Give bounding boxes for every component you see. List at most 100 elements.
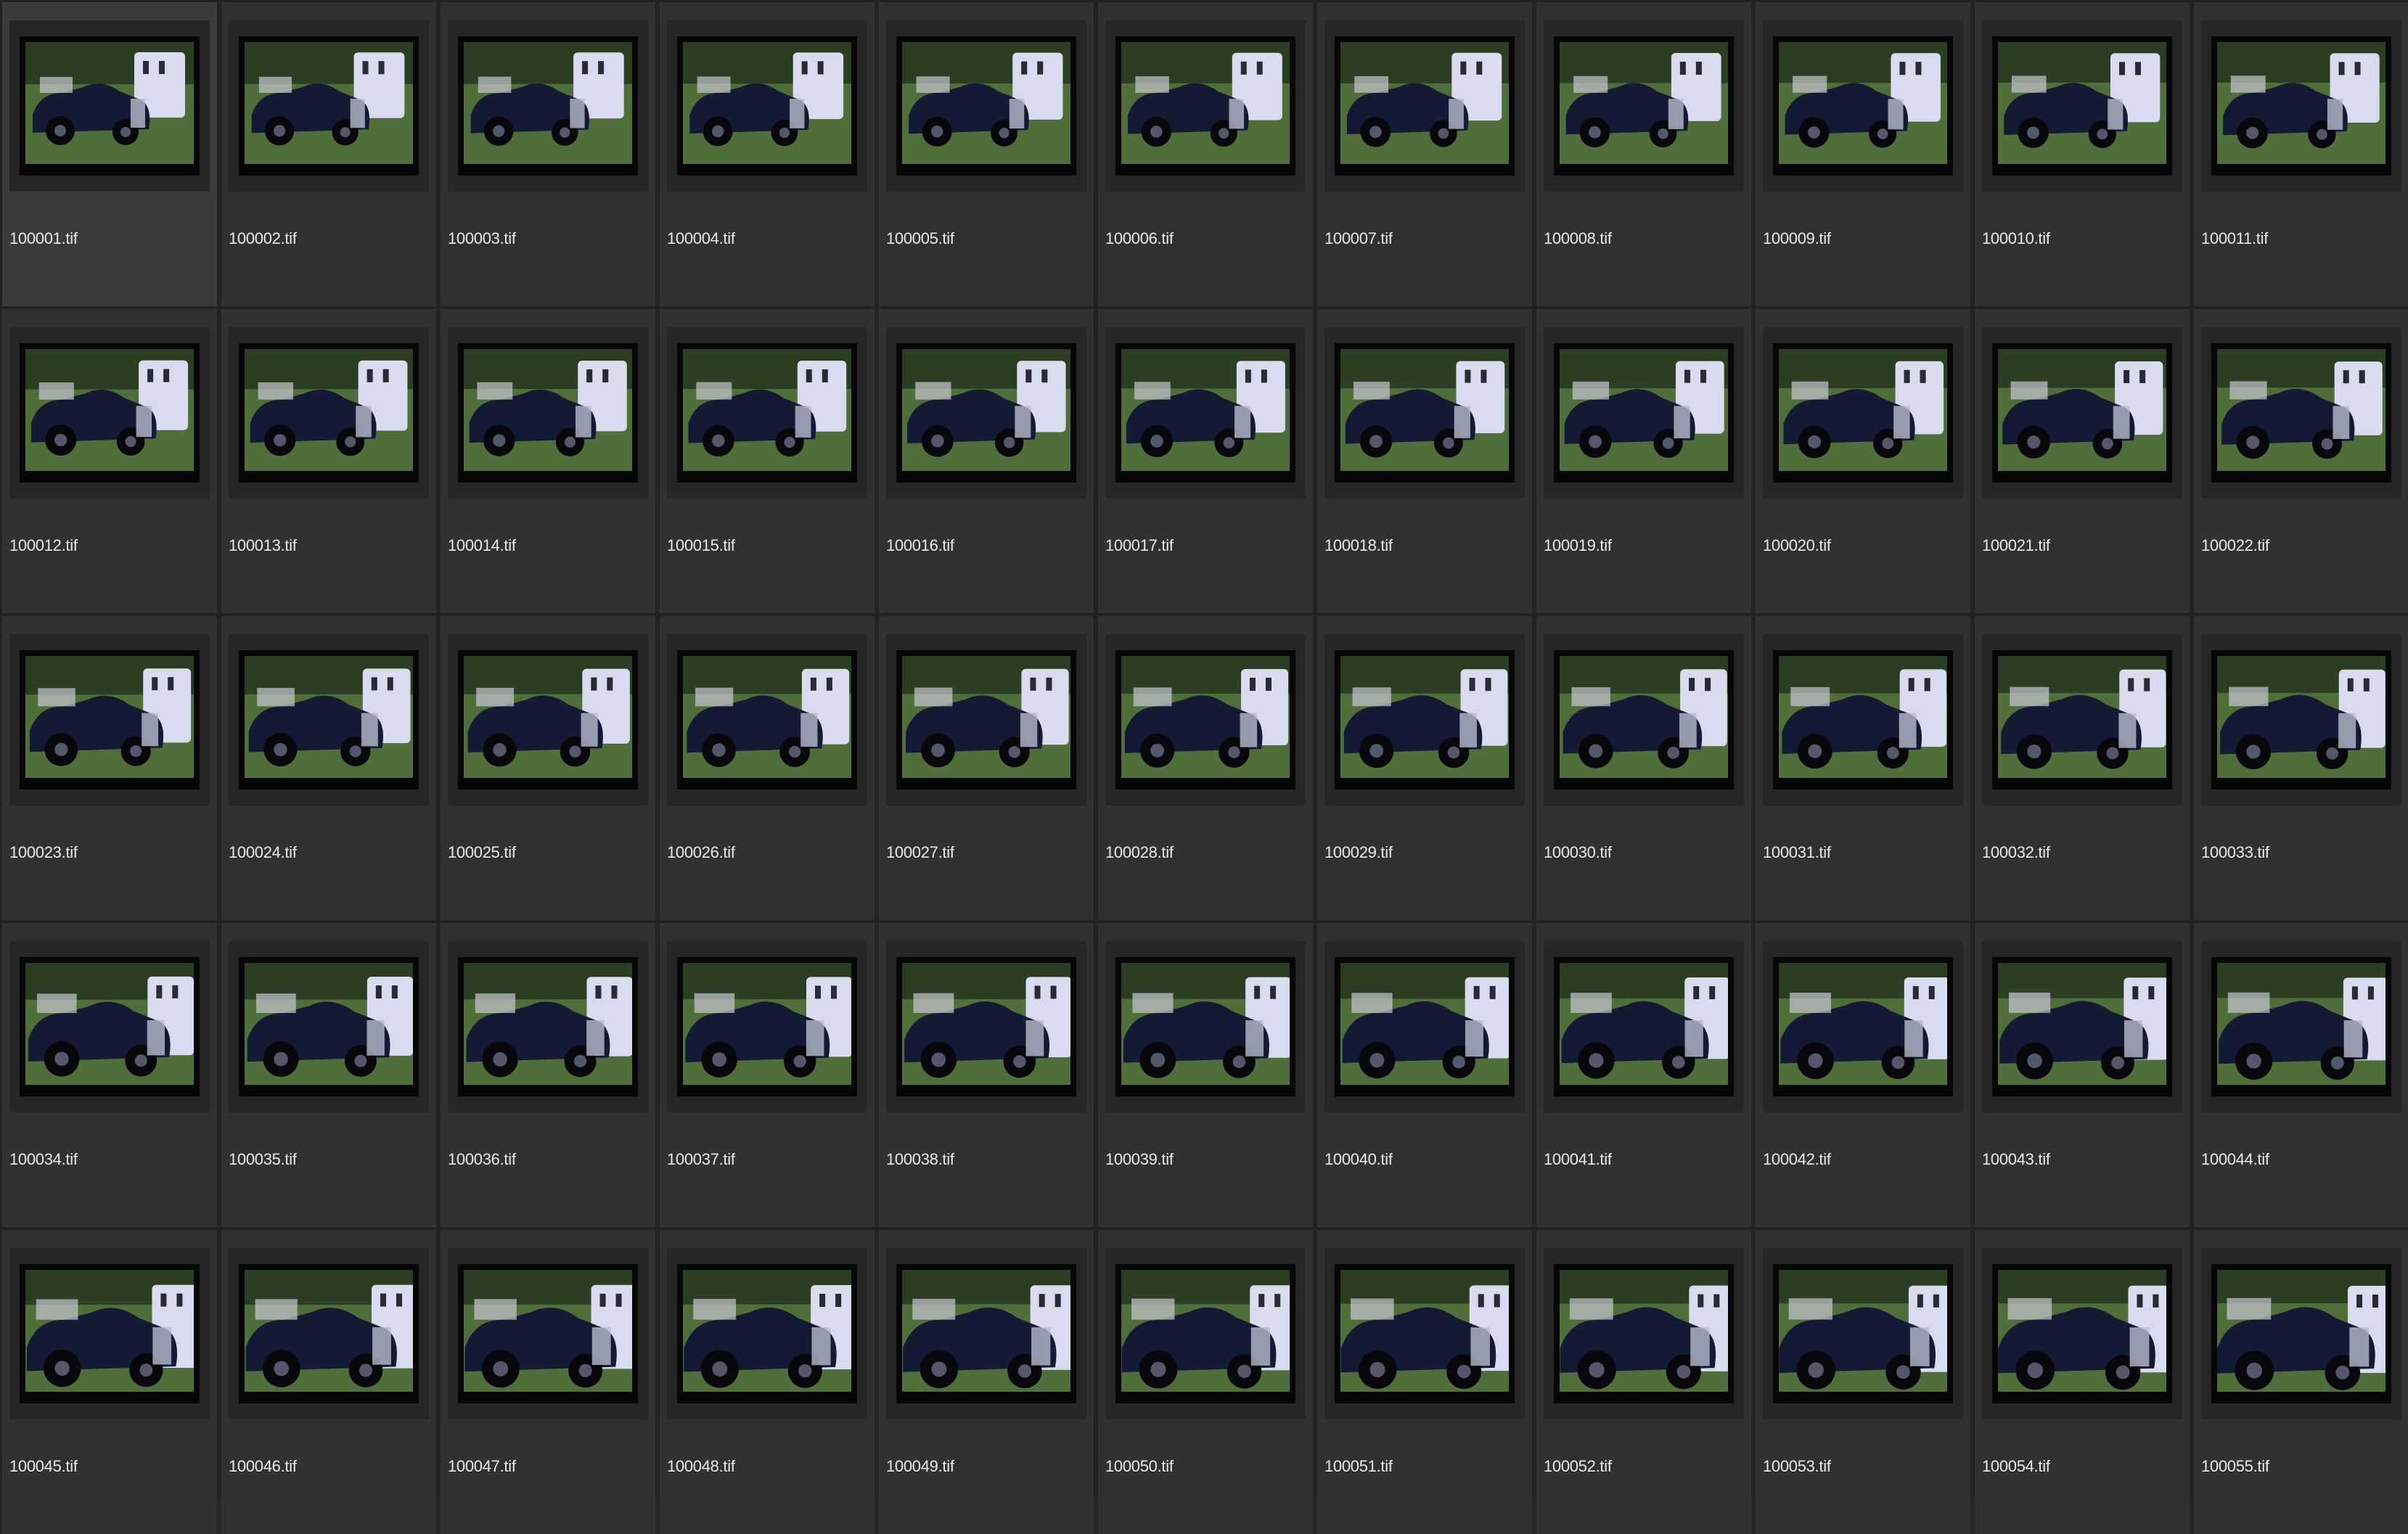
thumbnail-item[interactable]: 100031.tif: [1756, 616, 1970, 920]
thumbnail-image[interactable]: [20, 36, 200, 176]
thumbnail-image[interactable]: [458, 957, 638, 1096]
thumbnail-image[interactable]: [20, 343, 200, 483]
thumbnail-image[interactable]: [1773, 343, 1953, 483]
thumbnail-image[interactable]: [458, 1264, 638, 1403]
thumbnail-item[interactable]: 100012.tif: [2, 309, 217, 613]
thumbnail-item[interactable]: 100020.tif: [1756, 309, 1970, 613]
thumbnail-image[interactable]: [458, 343, 638, 483]
thumbnail-image[interactable]: [1773, 36, 1953, 176]
thumbnail-item[interactable]: 100019.tif: [1536, 309, 1751, 613]
thumbnail-image[interactable]: [1773, 650, 1953, 789]
thumbnail-image[interactable]: [1115, 650, 1295, 789]
thumbnail-item[interactable]: 100008.tif: [1536, 2, 1751, 306]
thumbnail-image[interactable]: [2211, 1264, 2391, 1403]
thumbnail-item[interactable]: 100002.tif: [221, 2, 436, 306]
thumbnail-image[interactable]: [1992, 343, 2172, 483]
thumbnail-image[interactable]: [239, 36, 419, 176]
thumbnail-image[interactable]: [1115, 36, 1295, 176]
thumbnail-item[interactable]: 100036.tif: [441, 923, 655, 1227]
thumbnail-image[interactable]: [2211, 343, 2391, 483]
thumbnail-item[interactable]: 100015.tif: [660, 309, 875, 613]
thumbnail-item[interactable]: 100011.tif: [2194, 2, 2408, 306]
thumbnail-item[interactable]: 100050.tif: [1098, 1230, 1313, 1534]
thumbnail-image[interactable]: [1115, 1264, 1295, 1403]
thumbnail-item[interactable]: 100021.tif: [1975, 309, 2190, 613]
thumbnail-item[interactable]: 100028.tif: [1098, 616, 1313, 920]
thumbnail-image[interactable]: [896, 650, 1076, 789]
thumbnail-image[interactable]: [1992, 957, 2172, 1096]
thumbnail-item[interactable]: 100049.tif: [879, 1230, 1094, 1534]
thumbnail-item[interactable]: 100024.tif: [221, 616, 436, 920]
thumbnail-image[interactable]: [239, 957, 419, 1096]
thumbnail-image[interactable]: [896, 957, 1076, 1096]
thumbnail-item[interactable]: 100016.tif: [879, 309, 1094, 613]
thumbnail-item[interactable]: 100048.tif: [660, 1230, 875, 1534]
thumbnail-item[interactable]: 100022.tif: [2194, 309, 2408, 613]
thumbnail-item[interactable]: 100043.tif: [1975, 923, 2190, 1227]
thumbnail-item[interactable]: 100026.tif: [660, 616, 875, 920]
thumbnail-image[interactable]: [896, 343, 1076, 483]
thumbnail-item[interactable]: 100029.tif: [1317, 616, 1532, 920]
thumbnail-image[interactable]: [677, 957, 857, 1096]
thumbnail-item[interactable]: 100046.tif: [221, 1230, 436, 1534]
thumbnail-image[interactable]: [1773, 1264, 1953, 1403]
thumbnail-image[interactable]: [2211, 36, 2391, 176]
thumbnail-image[interactable]: [1335, 957, 1515, 1096]
thumbnail-item[interactable]: 100042.tif: [1756, 923, 1970, 1227]
thumbnail-image[interactable]: [1554, 650, 1734, 789]
thumbnail-item[interactable]: 100053.tif: [1756, 1230, 1970, 1534]
thumbnail-image[interactable]: [1115, 957, 1295, 1096]
thumbnail-item[interactable]: 100055.tif: [2194, 1230, 2408, 1534]
thumbnail-item[interactable]: 100003.tif: [441, 2, 655, 306]
thumbnail-image[interactable]: [1335, 1264, 1515, 1403]
thumbnail-image[interactable]: [1115, 343, 1295, 483]
thumbnail-item[interactable]: 100040.tif: [1317, 923, 1532, 1227]
thumbnail-image[interactable]: [1335, 650, 1515, 789]
thumbnail-image[interactable]: [239, 650, 419, 789]
thumbnail-item[interactable]: 100054.tif: [1975, 1230, 2190, 1534]
thumbnail-image[interactable]: [1554, 957, 1734, 1096]
thumbnail-item[interactable]: 100025.tif: [441, 616, 655, 920]
thumbnail-image[interactable]: [677, 1264, 857, 1403]
thumbnail-item[interactable]: 100037.tif: [660, 923, 875, 1227]
thumbnail-item[interactable]: 100006.tif: [1098, 2, 1313, 306]
thumbnail-item[interactable]: 100052.tif: [1536, 1230, 1751, 1534]
thumbnail-item[interactable]: 100051.tif: [1317, 1230, 1532, 1534]
thumbnail-item[interactable]: 100041.tif: [1536, 923, 1751, 1227]
thumbnail-image[interactable]: [1335, 343, 1515, 483]
thumbnail-image[interactable]: [896, 1264, 1076, 1403]
thumbnail-image[interactable]: [1992, 36, 2172, 176]
thumbnail-image[interactable]: [20, 957, 200, 1096]
thumbnail-image[interactable]: [677, 36, 857, 176]
thumbnail-image[interactable]: [1554, 343, 1734, 483]
thumbnail-image[interactable]: [677, 650, 857, 789]
thumbnail-item[interactable]: 100047.tif: [441, 1230, 655, 1534]
thumbnail-image[interactable]: [1992, 650, 2172, 789]
thumbnail-image[interactable]: [1554, 36, 1734, 176]
thumbnail-item[interactable]: 100023.tif: [2, 616, 217, 920]
thumbnail-image[interactable]: [2211, 650, 2391, 789]
thumbnail-image[interactable]: [239, 1264, 419, 1403]
thumbnail-item[interactable]: 100032.tif: [1975, 616, 2190, 920]
thumbnail-image[interactable]: [458, 36, 638, 176]
thumbnail-image[interactable]: [20, 1264, 200, 1403]
thumbnail-image[interactable]: [1773, 957, 1953, 1096]
thumbnail-image[interactable]: [1554, 1264, 1734, 1403]
thumbnail-image[interactable]: [896, 36, 1076, 176]
thumbnail-item[interactable]: 100034.tif: [2, 923, 217, 1227]
thumbnail-image[interactable]: [20, 650, 200, 789]
thumbnail-item[interactable]: 100001.tif: [2, 2, 217, 306]
thumbnail-item[interactable]: 100027.tif: [879, 616, 1094, 920]
thumbnail-item[interactable]: 100007.tif: [1317, 2, 1532, 306]
thumbnail-item[interactable]: 100014.tif: [441, 309, 655, 613]
thumbnail-item[interactable]: 100017.tif: [1098, 309, 1313, 613]
thumbnail-item[interactable]: 100018.tif: [1317, 309, 1532, 613]
thumbnail-item[interactable]: 100045.tif: [2, 1230, 217, 1534]
thumbnail-item[interactable]: 100010.tif: [1975, 2, 2190, 306]
thumbnail-item[interactable]: 100038.tif: [879, 923, 1094, 1227]
thumbnail-image[interactable]: [458, 650, 638, 789]
thumbnail-item[interactable]: 100033.tif: [2194, 616, 2408, 920]
thumbnail-item[interactable]: 100044.tif: [2194, 923, 2408, 1227]
thumbnail-item[interactable]: 100005.tif: [879, 2, 1094, 306]
thumbnail-image[interactable]: [239, 343, 419, 483]
